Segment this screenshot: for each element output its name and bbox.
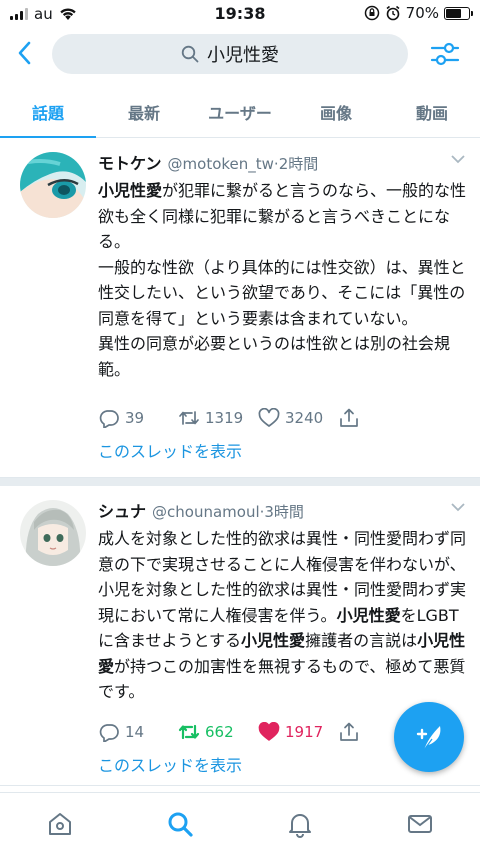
chevron-down-icon[interactable] [450, 154, 466, 164]
tweet-content: モトケン @motoken_tw ·2時間 小児性愛が犯罪に繋がると言うのなら、… [98, 150, 470, 382]
tab-people[interactable]: ユーザー [192, 90, 288, 137]
battery-percent: 70% [405, 4, 439, 22]
tweet-time: ·3時間 [259, 503, 304, 521]
tweet-header: モトケン @motoken_tw ·2時間 [98, 150, 470, 174]
retweet-count: 662 [205, 723, 234, 741]
filter-sliders-icon[interactable] [430, 40, 460, 68]
search-tabs: 話題 最新 ユーザー 画像 動画 [0, 90, 480, 138]
like-button[interactable]: 1917 [258, 722, 338, 742]
tab-videos[interactable]: 動画 [384, 90, 480, 137]
retweet-icon [178, 724, 200, 740]
avatar[interactable] [20, 152, 86, 218]
compose-tweet-button[interactable] [394, 702, 464, 772]
retweet-count: 1319 [205, 409, 244, 427]
orientation-lock-icon [364, 5, 379, 21]
display-name[interactable]: シュナ [98, 498, 146, 522]
status-bar: au 19:38 70% [0, 0, 480, 28]
bottom-nav [0, 792, 480, 854]
reply-button[interactable]: 14 [98, 722, 178, 742]
show-thread-link[interactable]: このスレッドを表示 [98, 752, 242, 776]
tweet-content: シュナ @chounamoul ·3時間 成人を対象とした性的欲求は異性・同性愛… [98, 498, 470, 705]
tweet-text: 小児性愛が犯罪に繋がると言うのなら、一般的な性欲も全く同様に犯罪に繋がると言うべ… [98, 181, 467, 379]
user-handle[interactable]: @motoken_tw [168, 155, 274, 173]
like-button[interactable]: 3240 [258, 408, 338, 428]
avatar[interactable] [20, 500, 86, 566]
tweet-actions: 14 662 1917 [98, 722, 418, 742]
messages-envelope-icon [408, 814, 432, 833]
retweet-button[interactable]: 662 [178, 722, 258, 742]
tweet-text: 成人を対象とした性的欲求は異性・同性愛問わず同意の下で実現させることに人権侵害を… [98, 529, 467, 701]
heart-icon [258, 408, 280, 427]
notifications-bell-icon [289, 813, 311, 838]
search-header: 小児性愛 [0, 28, 480, 80]
reply-count: 14 [125, 723, 145, 741]
tweet-header: シュナ @chounamoul ·3時間 [98, 498, 470, 522]
share-icon [340, 408, 358, 427]
tab-latest[interactable]: 最新 [96, 90, 192, 137]
tab-top[interactable]: 話題 [0, 90, 96, 138]
reply-icon [99, 724, 119, 742]
battery-icon [444, 6, 473, 20]
share-button[interactable] [338, 408, 418, 428]
user-handle[interactable]: @chounamoul [152, 503, 260, 521]
status-icons: 70% [364, 4, 473, 22]
reply-count: 39 [125, 409, 145, 427]
chevron-down-icon[interactable] [450, 502, 466, 512]
tab-photos[interactable]: 画像 [288, 90, 384, 137]
heart-icon [258, 722, 280, 741]
show-thread-link[interactable]: このスレッドを表示 [98, 438, 242, 462]
like-count: 3240 [285, 409, 324, 427]
back-arrow-icon[interactable] [14, 38, 36, 68]
home-icon [49, 812, 71, 835]
tweet[interactable]: モトケン @motoken_tw ·2時間 小児性愛が犯罪に繋がると言うのなら、… [0, 138, 480, 478]
tweet-actions: 39 1319 3240 [98, 408, 418, 428]
search-icon [181, 45, 199, 63]
retweet-button[interactable]: 1319 [178, 408, 258, 428]
alarm-icon [386, 5, 400, 21]
tweet-time: ·2時間 [273, 155, 319, 173]
nav-messages[interactable] [400, 804, 440, 844]
display-name[interactable]: モトケン [98, 150, 162, 174]
search-query: 小児性愛 [207, 45, 279, 66]
retweet-icon [179, 411, 199, 425]
share-icon [340, 722, 358, 741]
nav-explore[interactable] [160, 804, 200, 844]
nav-home[interactable] [40, 804, 80, 844]
nav-notifications[interactable] [280, 804, 320, 844]
like-count: 1917 [285, 723, 324, 741]
divider [0, 478, 480, 486]
search-input[interactable]: 小児性愛 [52, 34, 408, 74]
explore-search-icon [168, 812, 193, 837]
reply-button[interactable]: 39 [98, 408, 178, 428]
compose-feather-icon [416, 726, 441, 751]
reply-icon [99, 410, 119, 428]
